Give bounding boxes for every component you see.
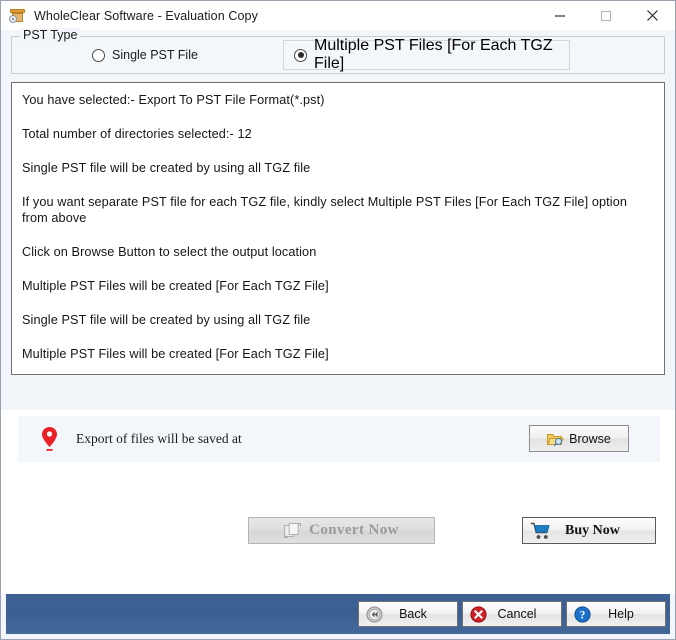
folder-search-icon [546,432,564,446]
browse-button-label: Browse [569,431,611,446]
info-line: Multiple PST Files will be created [For … [22,347,329,361]
window-controls [537,1,675,30]
convert-now-label: Convert Now [309,522,399,538]
rewind-icon [366,606,383,623]
radio-multiple-pst-files[interactable]: Multiple PST Files [For Each TGZ File] [283,37,570,72]
info-text-area: You have selected:- Export To PST File F… [11,82,665,375]
cancel-button[interactable]: Cancel [462,601,562,627]
lower-section: Export of files will be saved at Browse [1,410,675,594]
help-button-label: Help [608,607,634,621]
info-line: Total number of directories selected:- 1… [22,127,252,141]
radio-single-pst-file[interactable]: Single PST File [92,48,198,62]
radio-unchecked-icon [92,48,105,62]
action-buttons-row: Convert Now Buy Now [1,517,675,547]
svg-text:?: ? [580,609,586,621]
info-line: Click on Browse Button to select the out… [22,245,317,259]
radio-checked-icon [294,48,307,62]
info-line: Single PST file will be created by using… [22,161,311,175]
cancel-x-icon [470,605,487,623]
info-line: If you want separate PST file for each T… [22,195,628,225]
map-pin-icon [36,426,62,452]
info-line: Single PST file will be created by using… [22,313,311,327]
shopping-cart-icon [530,522,552,540]
footer-bar: Back Cancel ? Help [6,594,670,634]
save-location-label: Export of files will be saved at [76,431,242,446]
convert-documents-icon [284,522,302,539]
maximize-button[interactable] [583,1,629,30]
info-line: Multiple PST Files will be created [For … [22,279,329,293]
save-location-panel: Export of files will be saved at Browse [18,416,660,462]
pst-type-options: Single PST File Multiple PST Files [For … [12,37,664,73]
radio-multiple-pst-files-label: Multiple PST Files [For Each TGZ File] [314,37,553,72]
archive-box-icon [9,7,27,25]
cancel-button-label: Cancel [497,607,537,621]
buy-now-button[interactable]: Buy Now [522,517,656,544]
close-button[interactable] [629,1,675,30]
window-title: WholeClear Software - Evaluation Copy [34,8,258,23]
minimize-button[interactable] [537,1,583,30]
back-button[interactable]: Back [358,601,458,627]
help-question-icon: ? [574,605,591,623]
pst-type-groupbox: PST Type Single PST File Multiple PST Fi… [11,28,665,74]
browse-button[interactable]: Browse [529,425,629,452]
title-bar: WholeClear Software - Evaluation Copy [1,1,675,30]
convert-now-button[interactable]: Convert Now [248,517,435,544]
help-button[interactable]: ? Help [566,601,666,627]
application-window: WholeClear Software - Evaluation Copy PS… [0,0,676,640]
info-line: You have selected:- Export To PST File F… [22,93,325,107]
buy-now-label: Buy Now [565,522,620,538]
radio-single-pst-file-label: Single PST File [112,48,198,62]
back-button-label: Back [399,607,427,621]
